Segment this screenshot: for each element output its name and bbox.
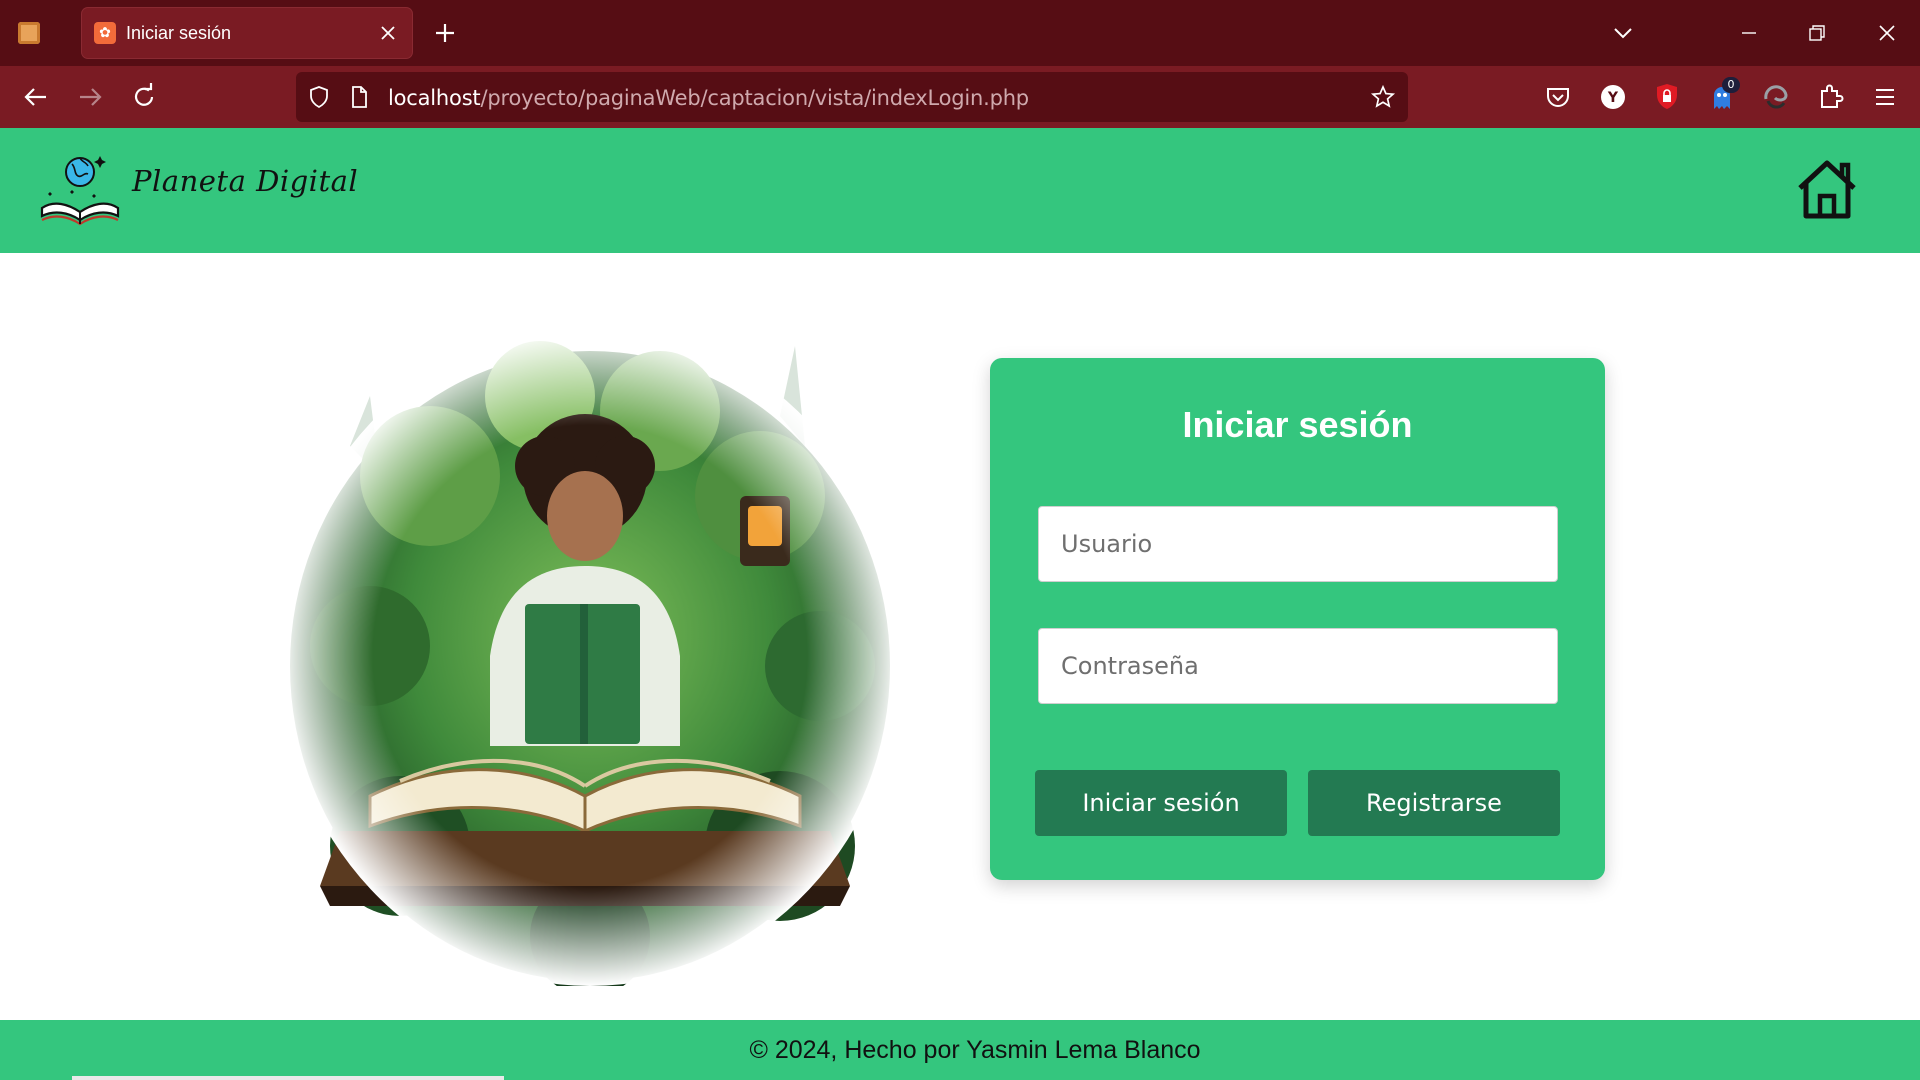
forward-icon[interactable] <box>74 81 106 113</box>
page-icon[interactable] <box>346 84 372 110</box>
login-title: Iniciar sesión <box>1182 404 1413 445</box>
login-card: Iniciar sesión Iniciar sesión Registrars… <box>990 358 1605 880</box>
home-icon[interactable] <box>1794 158 1860 220</box>
edge-extension-icon[interactable] <box>1760 81 1792 113</box>
password-input[interactable] <box>1038 628 1558 704</box>
horizontal-scrollbar[interactable] <box>72 1076 504 1080</box>
favicon-icon: ✿ <box>94 22 116 44</box>
login-button[interactable]: Iniciar sesión <box>1035 770 1287 836</box>
browser-toolbar: localhost/proyecto/paginaWeb/captacion/v… <box>0 66 1920 128</box>
url-bar[interactable]: localhost/proyecto/paginaWeb/captacion/v… <box>296 72 1408 122</box>
url-text[interactable]: localhost/proyecto/paginaWeb/captacion/v… <box>388 86 1029 110</box>
logo-icon[interactable] <box>40 148 124 232</box>
lock-extension-icon[interactable] <box>1651 81 1683 113</box>
close-icon[interactable] <box>376 21 400 45</box>
plus-icon[interactable] <box>432 20 458 46</box>
site-header: Planeta Digital <box>0 128 1920 253</box>
restore-icon[interactable] <box>1802 18 1832 48</box>
url-host: localhost <box>388 86 481 110</box>
pocket-icon[interactable] <box>1542 81 1574 113</box>
reload-icon[interactable] <box>128 81 160 113</box>
brand-name[interactable]: Planeta Digital <box>132 164 358 198</box>
shield-icon[interactable] <box>306 84 332 110</box>
minimize-icon[interactable] <box>1734 18 1764 48</box>
username-input[interactable] <box>1038 506 1558 582</box>
site-footer: © 2024, Hecho por Yasmin Lema Blanco <box>0 1020 1920 1080</box>
browser-tabbar: ✿ Iniciar sesión <box>0 0 1920 66</box>
extension-badge: 0 <box>1722 77 1740 93</box>
puzzle-icon[interactable] <box>1815 81 1847 113</box>
ghost-extension[interactable]: 0 <box>1706 77 1740 113</box>
back-icon[interactable] <box>20 81 52 113</box>
tab-title: Iniciar sesión <box>126 23 232 43</box>
menu-icon[interactable] <box>1869 81 1901 113</box>
window-close-icon[interactable] <box>1872 18 1902 48</box>
browser-tab[interactable]: ✿ Iniciar sesión <box>82 8 412 58</box>
register-button[interactable]: Registrarse <box>1308 770 1560 836</box>
hero-illustration <box>280 326 900 986</box>
svg-text:Y: Y <box>1607 90 1619 106</box>
chevron-down-icon[interactable] <box>1608 18 1638 48</box>
footer-text: © 2024, Hecho por Yasmin Lema Blanco <box>749 1036 1201 1064</box>
yandex-icon[interactable]: Y <box>1597 81 1629 113</box>
app-icon[interactable] <box>18 22 40 44</box>
url-path: /proyecto/paginaWeb/captacion/vista/inde… <box>480 86 1029 110</box>
star-icon[interactable] <box>1370 84 1396 110</box>
